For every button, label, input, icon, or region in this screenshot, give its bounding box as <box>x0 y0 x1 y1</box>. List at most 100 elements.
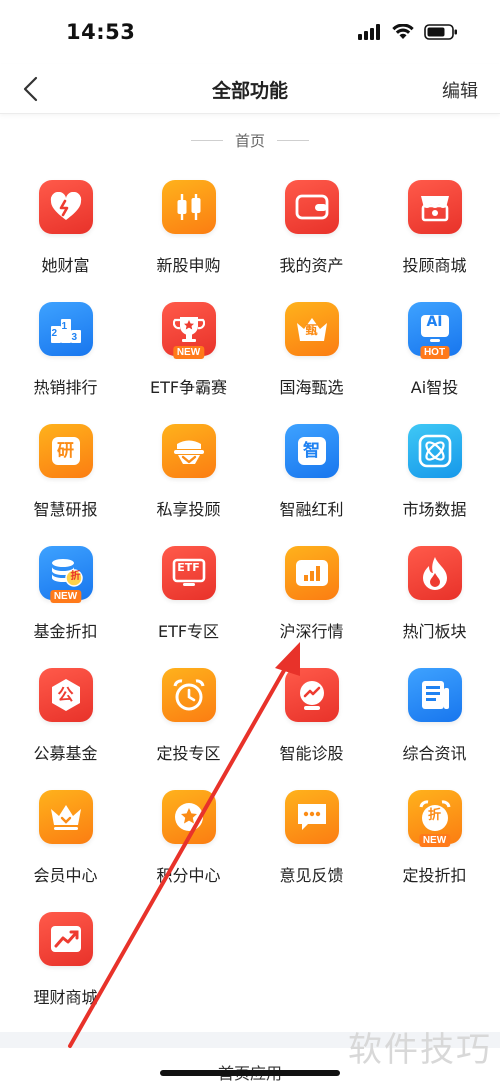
wifi-icon <box>392 23 414 44</box>
dividend-icon: 智 <box>284 424 339 478</box>
icon-glyph: 折 <box>427 808 441 823</box>
new-badge: NEW <box>418 834 451 847</box>
function-item[interactable]: 会员中心 <box>4 790 127 912</box>
trophy-icon: NEW <box>161 302 216 359</box>
function-item[interactable]: 折 NEW 定投折扣 <box>373 790 496 912</box>
icon-glyph: 甄 <box>305 323 318 337</box>
function-item[interactable]: 热门板块 <box>373 546 496 668</box>
heart-icon <box>38 180 93 234</box>
podium-rank-glyph: 2 <box>51 328 58 339</box>
function-item[interactable]: AI HOT Ai智投 <box>373 302 496 424</box>
watermark: 软件技巧 <box>348 1030 492 1070</box>
function-item-label: ETF争霸赛 <box>149 378 228 397</box>
function-item[interactable]: NEW ETF争霸赛 <box>127 302 250 424</box>
edit-button[interactable]: 编辑 <box>442 77 478 103</box>
function-item-label: 意见反馈 <box>279 866 344 885</box>
function-item[interactable]: 智能诊股 <box>250 668 373 790</box>
fund-discount-icon: 折 NEW <box>38 546 93 603</box>
data-icon <box>407 424 462 478</box>
function-item[interactable]: 意见反馈 <box>250 790 373 912</box>
function-item-label: 热销排行 <box>33 378 98 397</box>
function-item-label: 基金折扣 <box>33 622 98 641</box>
function-item-label: ETF专区 <box>157 622 220 641</box>
function-item[interactable]: 理财商城 <box>4 912 127 1034</box>
icon-glyph: 智 <box>303 441 320 461</box>
function-item-label: 智能诊股 <box>279 744 344 763</box>
news-icon <box>407 668 462 722</box>
bar-chart-icon <box>284 546 339 600</box>
function-item-label: 智慧研报 <box>33 500 98 519</box>
nav-bar: 全部功能 编辑 <box>0 64 500 114</box>
vip-crown-icon <box>38 790 93 844</box>
hot-badge: HOT <box>419 346 450 359</box>
function-item[interactable]: 折 NEW 基金折扣 <box>4 546 127 668</box>
function-item-label: 国海甄选 <box>279 378 344 397</box>
function-item[interactable]: 投顾商城 <box>373 180 496 302</box>
function-item[interactable]: 我的资产 <box>250 180 373 302</box>
podium-rank-glyph: 3 <box>71 332 78 343</box>
home-indicator <box>160 1070 340 1076</box>
private-advisor-icon <box>161 424 216 478</box>
function-item-label: 定投专区 <box>156 744 221 763</box>
points-icon <box>161 790 216 844</box>
function-item[interactable]: 研智慧研报 <box>4 424 127 546</box>
function-item-label: Ai智投 <box>410 378 459 397</box>
function-item-label: 智融红利 <box>279 500 344 519</box>
function-item-label: 定投折扣 <box>402 866 467 885</box>
alarm-clock-icon <box>161 668 216 722</box>
function-item[interactable]: 甄国海甄选 <box>250 302 373 424</box>
public-fund-icon: 公 <box>38 668 93 722</box>
flame-icon <box>407 546 462 600</box>
function-item-label: 热门板块 <box>402 622 467 641</box>
function-item[interactable]: ETF ETF专区 <box>127 546 250 668</box>
function-item[interactable]: 综合资讯 <box>373 668 496 790</box>
function-item[interactable]: 积分中心 <box>127 790 250 912</box>
function-grid: 她财富 新股申购 我的资产 投顾商城 2 1 3 热销排行 NEW ETF争霸赛 甄国海甄选 AI HO… <box>4 180 496 1034</box>
section-title: 首页 <box>234 132 265 150</box>
divider <box>190 140 223 141</box>
function-item[interactable]: 2 1 3 热销排行 <box>4 302 127 424</box>
crown-icon: 甄 <box>284 302 339 356</box>
candlestick-icon <box>161 180 216 234</box>
report-icon: 研 <box>38 424 93 478</box>
function-item-label: 公募基金 <box>33 744 98 763</box>
section-header: 首页 <box>0 130 500 151</box>
function-item-label: 市场数据 <box>402 500 467 519</box>
status-time: 14:53 <box>66 20 136 44</box>
new-badge: NEW <box>49 590 82 603</box>
icon-glyph: AI <box>426 314 443 330</box>
status-icons <box>358 23 458 44</box>
function-item-label: 沪深行情 <box>279 622 344 641</box>
icon-glyph: 公 <box>57 685 74 704</box>
icon-glyph: 研 <box>57 441 74 461</box>
function-item[interactable]: 智智融红利 <box>250 424 373 546</box>
alarm-discount-icon: 折 NEW <box>407 790 462 847</box>
podium-icon: 213 <box>38 302 93 356</box>
podium-rank-glyph: 1 <box>61 321 68 332</box>
function-item-label: 会员中心 <box>33 866 98 885</box>
trend-up-icon <box>38 912 93 966</box>
ai-icon: AI HOT <box>407 302 462 359</box>
function-item[interactable]: 市场数据 <box>373 424 496 546</box>
function-item-label: 她财富 <box>41 256 90 275</box>
etf-icon: ETF <box>161 546 216 600</box>
status-bar: 14:53 <box>0 0 500 64</box>
function-item-label: 综合资讯 <box>402 744 467 763</box>
function-item[interactable]: 沪深行情 <box>250 546 373 668</box>
cellular-signal-icon <box>358 24 382 44</box>
function-item[interactable]: 新股申购 <box>127 180 250 302</box>
function-item[interactable]: 私享投顾 <box>127 424 250 546</box>
function-item[interactable]: 定投专区 <box>127 668 250 790</box>
function-item-label: 私享投顾 <box>156 500 221 519</box>
function-item-label: 新股申购 <box>156 256 221 275</box>
function-item-label: 积分中心 <box>156 866 221 885</box>
diagnosis-icon <box>284 668 339 722</box>
function-item[interactable]: 公公募基金 <box>4 668 127 790</box>
new-badge: NEW <box>172 346 205 359</box>
feedback-icon <box>284 790 339 844</box>
function-item-label: 投顾商城 <box>402 256 467 275</box>
wallet-icon <box>284 180 339 234</box>
function-item[interactable]: 她财富 <box>4 180 127 302</box>
divider <box>277 140 309 141</box>
page-title: 全部功能 <box>211 80 288 102</box>
